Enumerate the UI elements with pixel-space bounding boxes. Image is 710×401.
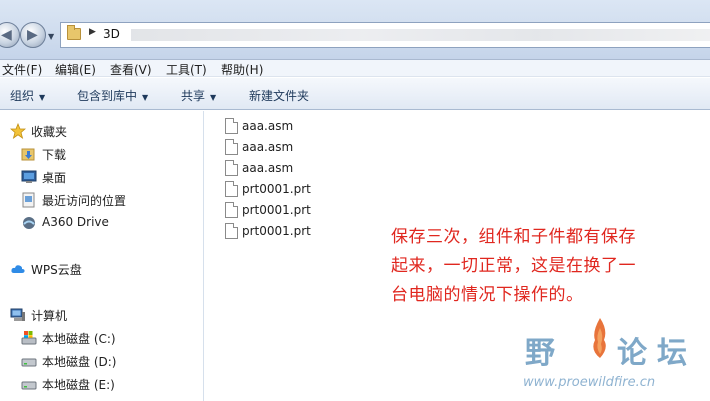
hard-drive-icon bbox=[21, 358, 37, 367]
menu-view[interactable]: 查看(V) bbox=[110, 61, 152, 78]
menu-help[interactable]: 帮助(H) bbox=[221, 61, 263, 78]
sidebar-item-drive-c[interactable]: 本地磁盘 (C:) bbox=[0, 328, 200, 348]
sidebar-item-recent[interactable]: 最近访问的位置 bbox=[0, 190, 200, 210]
menu-edit[interactable]: 编辑(E) bbox=[55, 61, 96, 78]
file-icon bbox=[225, 160, 238, 176]
file-icon bbox=[225, 139, 238, 155]
watermark-url: www.proewildfire.cn bbox=[523, 375, 656, 390]
recent-places-icon bbox=[22, 192, 35, 208]
watermark-char: 野 bbox=[525, 336, 555, 371]
star-icon bbox=[10, 123, 26, 139]
file-list: aaa.asm aaa.asm aaa.asm prt0001.prt prt0… bbox=[205, 111, 710, 401]
file-item[interactable]: prt0001.prt bbox=[225, 180, 345, 200]
organize-button[interactable]: 组织 ▼ bbox=[10, 87, 45, 104]
file-name: aaa.asm bbox=[242, 140, 294, 154]
file-item[interactable]: aaa.asm bbox=[225, 138, 345, 158]
system-drive-icon bbox=[21, 331, 37, 345]
sidebar-item-label: 本地磁盘 (E:) bbox=[42, 378, 115, 392]
sidebar-item-label: 本地磁盘 (C:) bbox=[42, 332, 116, 346]
address-bar[interactable]: ▶ 3D bbox=[60, 22, 710, 48]
recent-pages-dropdown-icon[interactable]: ▼ bbox=[48, 32, 56, 41]
command-bar: 组织 ▼ 包含到库中 ▼ 共享 ▼ 新建文件夹 bbox=[0, 78, 710, 110]
sidebar-item-label: 下载 bbox=[42, 148, 67, 162]
chevron-down-icon: ▼ bbox=[142, 93, 149, 102]
new-folder-button[interactable]: 新建文件夹 bbox=[249, 87, 309, 104]
sidebar-item-label: A360 Drive bbox=[42, 215, 109, 229]
include-in-library-label: 包含到库中 bbox=[77, 89, 138, 103]
file-icon bbox=[225, 181, 238, 197]
sidebar-item-drive-e[interactable]: 本地磁盘 (E:) bbox=[0, 374, 200, 394]
chevron-down-icon: ▼ bbox=[210, 93, 217, 102]
file-name: aaa.asm bbox=[242, 161, 294, 175]
folder-icon bbox=[67, 25, 81, 40]
file-icon bbox=[225, 223, 238, 239]
cloud-icon bbox=[11, 265, 25, 273]
file-name: prt0001.prt bbox=[242, 182, 311, 196]
file-icon bbox=[225, 202, 238, 218]
hard-drive-icon bbox=[21, 381, 37, 390]
watermark-logo: 野 火 论 坛 bbox=[523, 318, 710, 374]
breadcrumb-chevron-icon[interactable]: ▶ bbox=[89, 27, 96, 37]
sidebar-item-wps[interactable]: WPS云盘 bbox=[0, 259, 200, 279]
sidebar-item-favorites[interactable]: 收藏夹 bbox=[0, 121, 200, 141]
menu-bar: 文件(F) 编辑(E) 查看(V) 工具(T) 帮助(H) bbox=[0, 60, 710, 77]
annotation-line: 保存三次，组件和子件都有保存 bbox=[391, 227, 636, 247]
file-icon bbox=[225, 118, 238, 134]
back-button[interactable]: ◀ bbox=[0, 22, 20, 48]
forward-arrow-icon: ▶ bbox=[27, 27, 38, 43]
sidebar-item-desktop[interactable]: 桌面 bbox=[0, 167, 200, 187]
sidebar-item-label: 最近访问的位置 bbox=[42, 194, 127, 208]
sidebar-item-a360[interactable]: A360 Drive bbox=[0, 213, 200, 233]
annotation-line: 台电脑的情况下操作的。 bbox=[391, 285, 584, 305]
annotation-line: 起来，一切正常，这是在换了一 bbox=[391, 256, 636, 276]
breadcrumb-current[interactable]: 3D bbox=[103, 27, 120, 41]
navigation-pane: 收藏夹 下载 桌面 最近访问的位置 A360 Drive WPS云盘 计算机 本… bbox=[0, 111, 204, 401]
chevron-down-icon: ▼ bbox=[39, 93, 46, 102]
downloads-folder-icon bbox=[21, 148, 35, 161]
sidebar-item-label: 桌面 bbox=[42, 171, 67, 185]
watermark-char: 论 bbox=[617, 336, 647, 371]
flame-icon bbox=[593, 318, 606, 358]
desktop-icon bbox=[21, 170, 37, 183]
sidebar-item-drive-d[interactable]: 本地磁盘 (D:) bbox=[0, 351, 200, 371]
blurred-address-region bbox=[131, 29, 710, 41]
sidebar-item-label: 收藏夹 bbox=[31, 125, 68, 139]
organize-label: 组织 bbox=[10, 89, 35, 103]
sidebar-item-label: 本地磁盘 (D:) bbox=[42, 355, 117, 369]
file-item[interactable]: aaa.asm bbox=[225, 159, 345, 179]
file-name: prt0001.prt bbox=[242, 224, 311, 238]
share-label: 共享 bbox=[181, 89, 206, 103]
sidebar-item-label: WPS云盘 bbox=[31, 263, 82, 277]
annotation-text: 保存三次，组件和子件都有保存 起来，一切正常，这是在换了一 台电脑的情况下操作的… bbox=[391, 223, 691, 310]
share-button[interactable]: 共享 ▼ bbox=[181, 87, 216, 104]
include-in-library-button[interactable]: 包含到库中 ▼ bbox=[77, 87, 148, 104]
address-bar-row: ◀ ▶ ▼ ▶ 3D bbox=[0, 0, 710, 60]
sidebar-item-label: 计算机 bbox=[31, 309, 68, 323]
sidebar-item-computer[interactable]: 计算机 bbox=[0, 305, 200, 325]
menu-file[interactable]: 文件(F) bbox=[2, 61, 42, 78]
menu-tools[interactable]: 工具(T) bbox=[166, 61, 207, 78]
back-arrow-icon: ◀ bbox=[1, 27, 12, 43]
watermark-char: 坛 bbox=[657, 336, 687, 371]
a360-drive-icon bbox=[23, 217, 35, 229]
sidebar-item-downloads[interactable]: 下载 bbox=[0, 144, 200, 164]
file-item[interactable]: aaa.asm bbox=[225, 117, 345, 137]
forward-button[interactable]: ▶ bbox=[20, 22, 46, 48]
file-item[interactable]: prt0001.prt bbox=[225, 201, 345, 221]
file-name: aaa.asm bbox=[242, 119, 294, 133]
file-name: prt0001.prt bbox=[242, 203, 311, 217]
file-item[interactable]: prt0001.prt bbox=[225, 222, 345, 242]
computer-icon bbox=[10, 308, 25, 321]
